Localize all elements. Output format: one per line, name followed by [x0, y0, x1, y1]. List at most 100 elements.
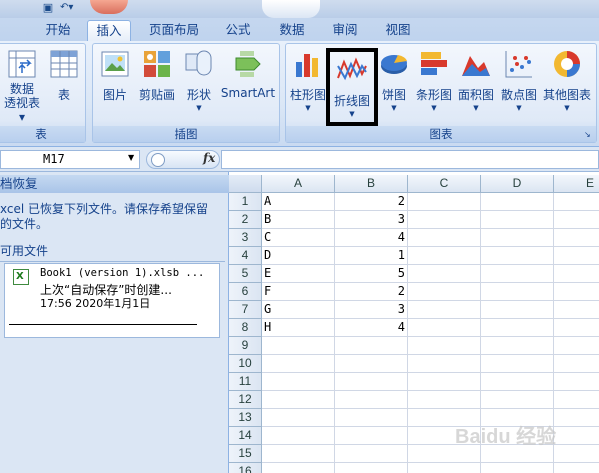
pie-dropdown-icon: ▼	[391, 104, 397, 112]
area-chart-icon	[460, 48, 492, 80]
row-header[interactable]: 10	[229, 355, 262, 373]
excel-file-icon: X	[13, 269, 29, 285]
save-icon[interactable]: ▣	[40, 1, 56, 15]
recovery-message-line2: 的文件。	[0, 217, 49, 231]
ribbon: 数据 透视表 ▾ 表 表 图片 剪贴画 形状 ▼ SmartArt 插图 柱形图…	[0, 41, 599, 147]
expand-icon[interactable]	[151, 153, 165, 167]
picture-button[interactable]: 图片	[97, 48, 133, 103]
tables-group: 数据 透视表 ▾ 表 表	[0, 43, 86, 143]
pivot-table-button[interactable]: 数据 透视表 ▾	[1, 48, 43, 124]
insert-function-icon[interactable]: fx	[203, 151, 215, 165]
clipart-label: 剪贴画	[138, 88, 175, 102]
column-chart-button[interactable]: 柱形图 ▼	[289, 48, 327, 113]
pie-chart-icon	[378, 48, 410, 80]
tab-insert[interactable]: 插入	[87, 20, 131, 41]
area-dropdown-icon: ▼	[473, 104, 479, 112]
recovery-pane-title: 档恢复	[0, 175, 229, 193]
table-button[interactable]: 表	[47, 48, 81, 103]
row-header[interactable]: 15	[229, 445, 262, 463]
shapes-label: 形状	[186, 88, 211, 102]
column-header-c[interactable]: C	[408, 175, 481, 193]
row-header[interactable]: 16	[229, 463, 262, 473]
column-header-e[interactable]: E	[554, 175, 599, 193]
dialog-launcher-icon[interactable]: ↘	[584, 130, 593, 139]
recovered-file-time: 17:56 2020年1月1日	[40, 297, 151, 310]
bar-chart-icon	[418, 48, 450, 80]
shapes-button[interactable]: 形状 ▼	[183, 48, 215, 113]
row-header[interactable]: 11	[229, 373, 262, 391]
tab-data[interactable]: 数据	[270, 20, 314, 41]
title-bar: ▣ ↶▾	[0, 0, 599, 18]
recovered-file-item[interactable]: X Book1 (version 1).xlsb ... 上次“自动保存”时创建…	[4, 263, 220, 338]
name-box[interactable]: M17	[0, 150, 140, 169]
scatter-chart-label: 散点图	[500, 88, 537, 102]
pie-chart-label: 饼图	[381, 88, 406, 102]
other-dropdown-icon: ▼	[564, 104, 570, 112]
row-header[interactable]: 9	[229, 337, 262, 355]
available-files-label: 可用文件	[0, 242, 225, 262]
clipart-icon	[141, 48, 173, 80]
row-header[interactable]: 2	[229, 211, 262, 229]
pivot-table-icon	[6, 48, 38, 80]
select-all-button[interactable]	[229, 175, 262, 193]
divider	[9, 324, 197, 325]
tab-page-layout[interactable]: 页面布局	[140, 20, 208, 41]
bar-chart-button[interactable]: 条形图 ▼	[414, 48, 454, 113]
column-chart-label: 柱形图	[289, 88, 326, 102]
scatter-chart-button[interactable]: 散点图 ▼	[498, 48, 540, 113]
bar-chart-label: 条形图	[415, 88, 452, 102]
recovered-file-name: Book1 (version 1).xlsb ...	[40, 267, 205, 279]
row-header[interactable]: 6	[229, 283, 262, 301]
column-dropdown-icon: ▼	[305, 104, 311, 112]
clipart-button[interactable]: 剪贴画	[135, 48, 179, 103]
row-header[interactable]: 7	[229, 301, 262, 319]
row-header[interactable]: 13	[229, 409, 262, 427]
scatter-dropdown-icon: ▼	[516, 104, 522, 112]
charts-group: 柱形图 ▼ 折线图 ▼ 饼图 ▼ 条形图 ▼ 面积图 ▼ 散点图 ▼ 其他图表 …	[285, 43, 597, 143]
smartart-icon	[232, 48, 264, 80]
formula-tools: fx	[146, 150, 220, 169]
document-recovery-pane: 档恢复 xcel 已恢复下列文件。请保存希望保留 的文件。 可用文件 X Boo…	[0, 172, 229, 473]
area-chart-button[interactable]: 面积图 ▼	[456, 48, 496, 113]
bar-dropdown-icon: ▼	[431, 104, 437, 112]
recovery-message-line1: xcel 已恢复下列文件。请保存希望保留	[0, 202, 209, 216]
row-header[interactable]: 1	[229, 193, 262, 211]
baidu-watermark: Baidu 经验	[455, 426, 557, 448]
picture-icon	[99, 48, 131, 80]
formula-bar: M17 ▼ fx	[0, 147, 599, 172]
smartart-button[interactable]: SmartArt	[219, 48, 277, 100]
pie-chart-button[interactable]: 饼图 ▼	[378, 48, 410, 113]
other-charts-icon	[551, 48, 583, 80]
row-header[interactable]: 14	[229, 427, 262, 445]
column-header-b[interactable]: B	[335, 175, 408, 193]
other-charts-label: 其他图表	[542, 88, 591, 102]
area-chart-label: 面积图	[457, 88, 494, 102]
pivot-label-b: 透视表 ▾	[3, 96, 40, 124]
shapes-icon	[183, 48, 215, 80]
tab-home[interactable]: 开始	[36, 20, 80, 41]
row-header[interactable]: 5	[229, 265, 262, 283]
formula-input[interactable]	[221, 150, 599, 169]
name-box-dropdown-icon[interactable]: ▼	[128, 153, 134, 162]
row-header[interactable]: 12	[229, 391, 262, 409]
other-charts-button[interactable]: 其他图表 ▼	[540, 48, 594, 113]
row-header[interactable]: 8	[229, 319, 262, 337]
tab-view[interactable]: 视图	[376, 20, 420, 41]
line-chart-icon	[336, 54, 368, 86]
row-header[interactable]: 3	[229, 229, 262, 247]
title-highlight	[262, 0, 320, 18]
tab-review[interactable]: 审阅	[323, 20, 367, 41]
smartart-label: SmartArt	[220, 86, 276, 100]
column-header-a[interactable]: A	[262, 175, 335, 193]
row-header[interactable]: 4	[229, 247, 262, 265]
table-icon	[48, 48, 80, 80]
redo-icon[interactable]	[90, 0, 128, 14]
line-chart-button[interactable]: 折线图 ▼	[326, 48, 378, 126]
column-header-d[interactable]: D	[481, 175, 554, 193]
scatter-chart-icon	[503, 48, 535, 80]
undo-icon[interactable]: ↶▾	[60, 2, 80, 14]
tab-formulas[interactable]: 公式	[216, 20, 260, 41]
line-dropdown-icon: ▼	[349, 110, 355, 118]
line-chart-label: 折线图	[333, 94, 370, 108]
illustrations-group-title: 插图	[93, 126, 279, 142]
